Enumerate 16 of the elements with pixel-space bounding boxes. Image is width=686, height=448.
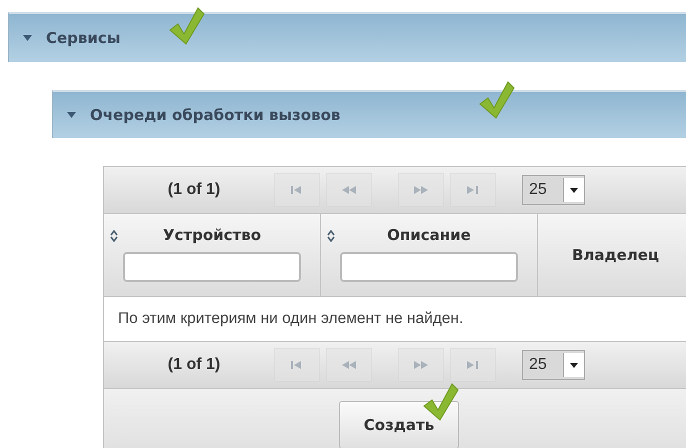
rows-per-page-select[interactable]: 25 xyxy=(522,175,585,205)
column-title: Описание xyxy=(387,226,471,244)
panel-title: Сервисы xyxy=(46,29,120,47)
panel-title: Очереди обработки вызовов xyxy=(90,106,340,124)
create-button[interactable]: Создать xyxy=(338,401,460,448)
column-header[interactable]: Владелец xyxy=(538,214,686,296)
panel-header[interactable]: Сервисы xyxy=(8,12,686,62)
empty-message: По этим критериям ни один элемент не найден. xyxy=(118,310,464,328)
rows-per-page-select[interactable]: 25 xyxy=(522,350,585,380)
page-report: (1 of 1) xyxy=(166,181,222,199)
column-title: Устройство xyxy=(162,226,262,244)
page-report: (1 of 1) xyxy=(166,356,222,374)
panel-header[interactable]: Очереди обработки вызовов xyxy=(52,90,686,138)
column-header[interactable]: Описание xyxy=(321,214,538,296)
column-header[interactable]: Устройство xyxy=(104,214,321,296)
column-title: Владелец xyxy=(572,246,660,264)
